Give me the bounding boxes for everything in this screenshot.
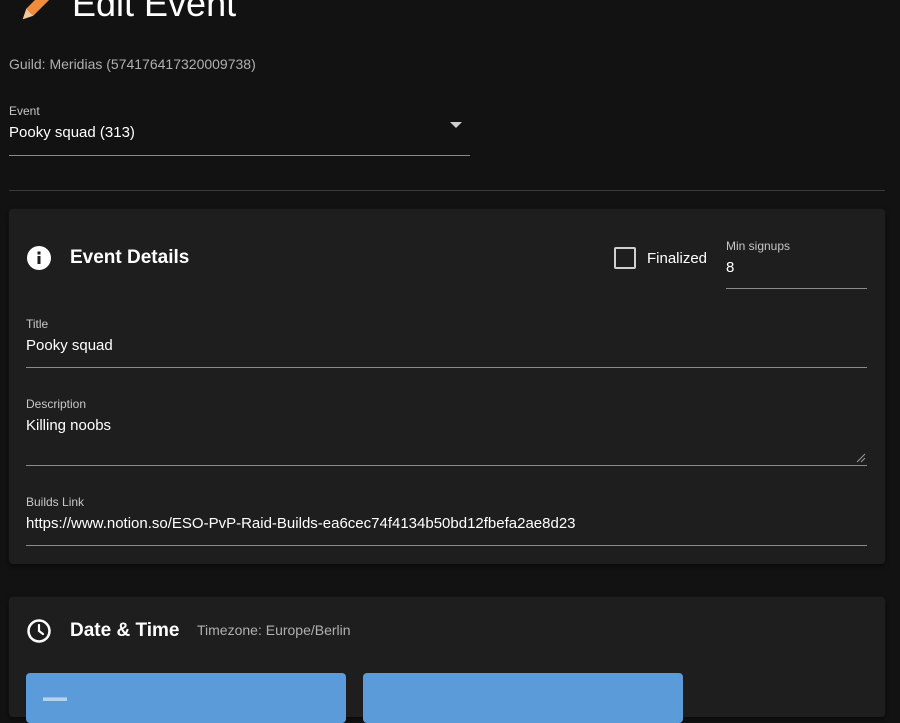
pencil-icon	[22, 0, 54, 20]
description-value[interactable]: Killing noobs	[26, 417, 111, 434]
event-select[interactable]: Event Pooky squad (313)	[9, 104, 470, 156]
title-field[interactable]: Title Pooky squad	[26, 317, 867, 368]
date-time-card: Date & Time Timezone: Europe/Berlin ▬▬	[9, 597, 885, 723]
event-select-value: Pooky squad (313)	[9, 124, 135, 141]
builds-link-value[interactable]: https://www.notion.so/ESO-PvP-Raid-Build…	[26, 515, 576, 532]
info-icon	[27, 246, 51, 270]
timezone-label: Timezone: Europe/Berlin	[197, 622, 351, 638]
description-label: Description	[26, 397, 87, 411]
builds-link-label: Builds Link	[26, 495, 85, 509]
finalized-label: Finalized	[647, 249, 708, 267]
checkbox-icon[interactable]	[614, 247, 636, 269]
start-date-button[interactable]: ▬▬	[26, 673, 346, 723]
start-time-button[interactable]	[363, 673, 683, 723]
clock-icon	[27, 619, 51, 643]
min-signups-value[interactable]: 8	[726, 259, 734, 276]
divider	[9, 190, 885, 191]
start-date-peek: ▬▬	[43, 690, 67, 704]
event-select-label: Event	[9, 104, 40, 118]
page-title: Edit Event	[72, 0, 237, 24]
title-value[interactable]: Pooky squad	[26, 337, 113, 354]
min-signups-field[interactable]: Min signups 8	[726, 239, 867, 289]
resize-grip-icon[interactable]	[856, 453, 866, 463]
page-header: Edit Event	[0, 0, 900, 30]
date-time-title: Date & Time	[70, 620, 180, 641]
min-signups-label: Min signups	[726, 239, 791, 253]
builds-link-field[interactable]: Builds Link https://www.notion.so/ESO-Pv…	[26, 495, 867, 546]
description-field[interactable]: Description Killing noobs	[26, 397, 867, 466]
event-details-title: Event Details	[70, 247, 190, 268]
finalized-checkbox[interactable]: Finalized	[614, 245, 707, 271]
guild-info: Guild: Meridias (574176417320009738)	[9, 56, 256, 72]
event-details-card: Event Details Finalized Min signups 8 Ti…	[9, 209, 885, 564]
chevron-down-icon[interactable]	[450, 122, 462, 128]
title-label: Title	[26, 317, 49, 331]
